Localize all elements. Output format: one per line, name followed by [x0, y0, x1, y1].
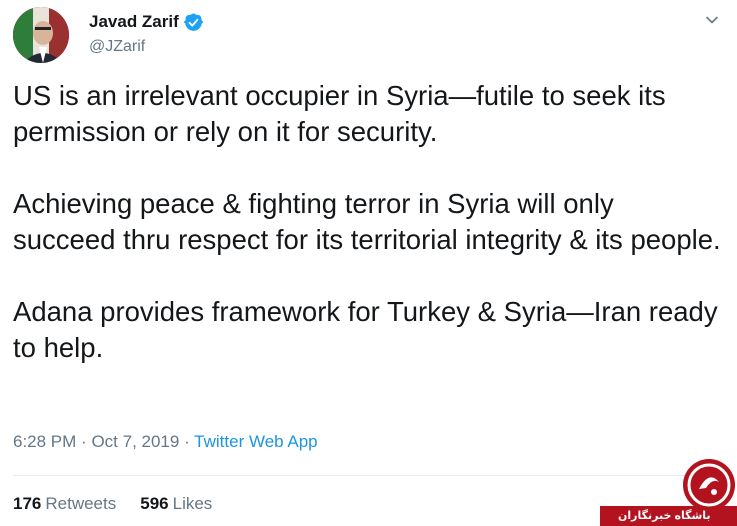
watermark: باشگاه خبرنگاران	[600, 458, 737, 526]
tweet-source-link[interactable]: Twitter Web App	[194, 432, 317, 451]
tweet-meta: 6:28 PM · Oct 7, 2019 · Twitter Web App	[13, 432, 318, 452]
tweet-text: US is an irrelevant occupier in Syria—fu…	[13, 78, 723, 366]
chevron-down-icon[interactable]	[704, 12, 720, 28]
author-handle[interactable]: @JZarif	[89, 38, 145, 56]
tweet-date[interactable]: Oct 7, 2019	[91, 432, 179, 451]
likes-label: Likes	[172, 494, 213, 513]
meta-separator: ·	[81, 432, 87, 451]
tweet-time[interactable]: 6:28 PM	[13, 432, 76, 451]
watermark-logo-icon	[683, 459, 735, 511]
tweet-paragraph: US is an irrelevant occupier in Syria—fu…	[13, 80, 666, 147]
avatar-photo	[13, 7, 69, 63]
author-name-row[interactable]: Javad Zarif	[89, 12, 203, 32]
author-name[interactable]: Javad Zarif	[89, 12, 179, 32]
retweets-stat[interactable]: 176 Retweets	[13, 494, 116, 514]
likes-count: 596	[140, 494, 169, 513]
tweet-paragraph: Achieving peace & fighting terror in Syr…	[13, 188, 721, 255]
tweet-paragraph: Adana provides framework for Turkey & Sy…	[13, 296, 718, 363]
retweets-count: 176	[13, 494, 42, 513]
likes-stat[interactable]: 596 Likes	[140, 494, 212, 514]
tweet-stats: 176 Retweets 596 Likes	[13, 494, 212, 514]
avatar[interactable]	[13, 7, 69, 63]
meta-separator: ·	[184, 432, 190, 451]
verified-badge-icon	[183, 12, 203, 31]
retweets-label: Retweets	[45, 494, 117, 513]
